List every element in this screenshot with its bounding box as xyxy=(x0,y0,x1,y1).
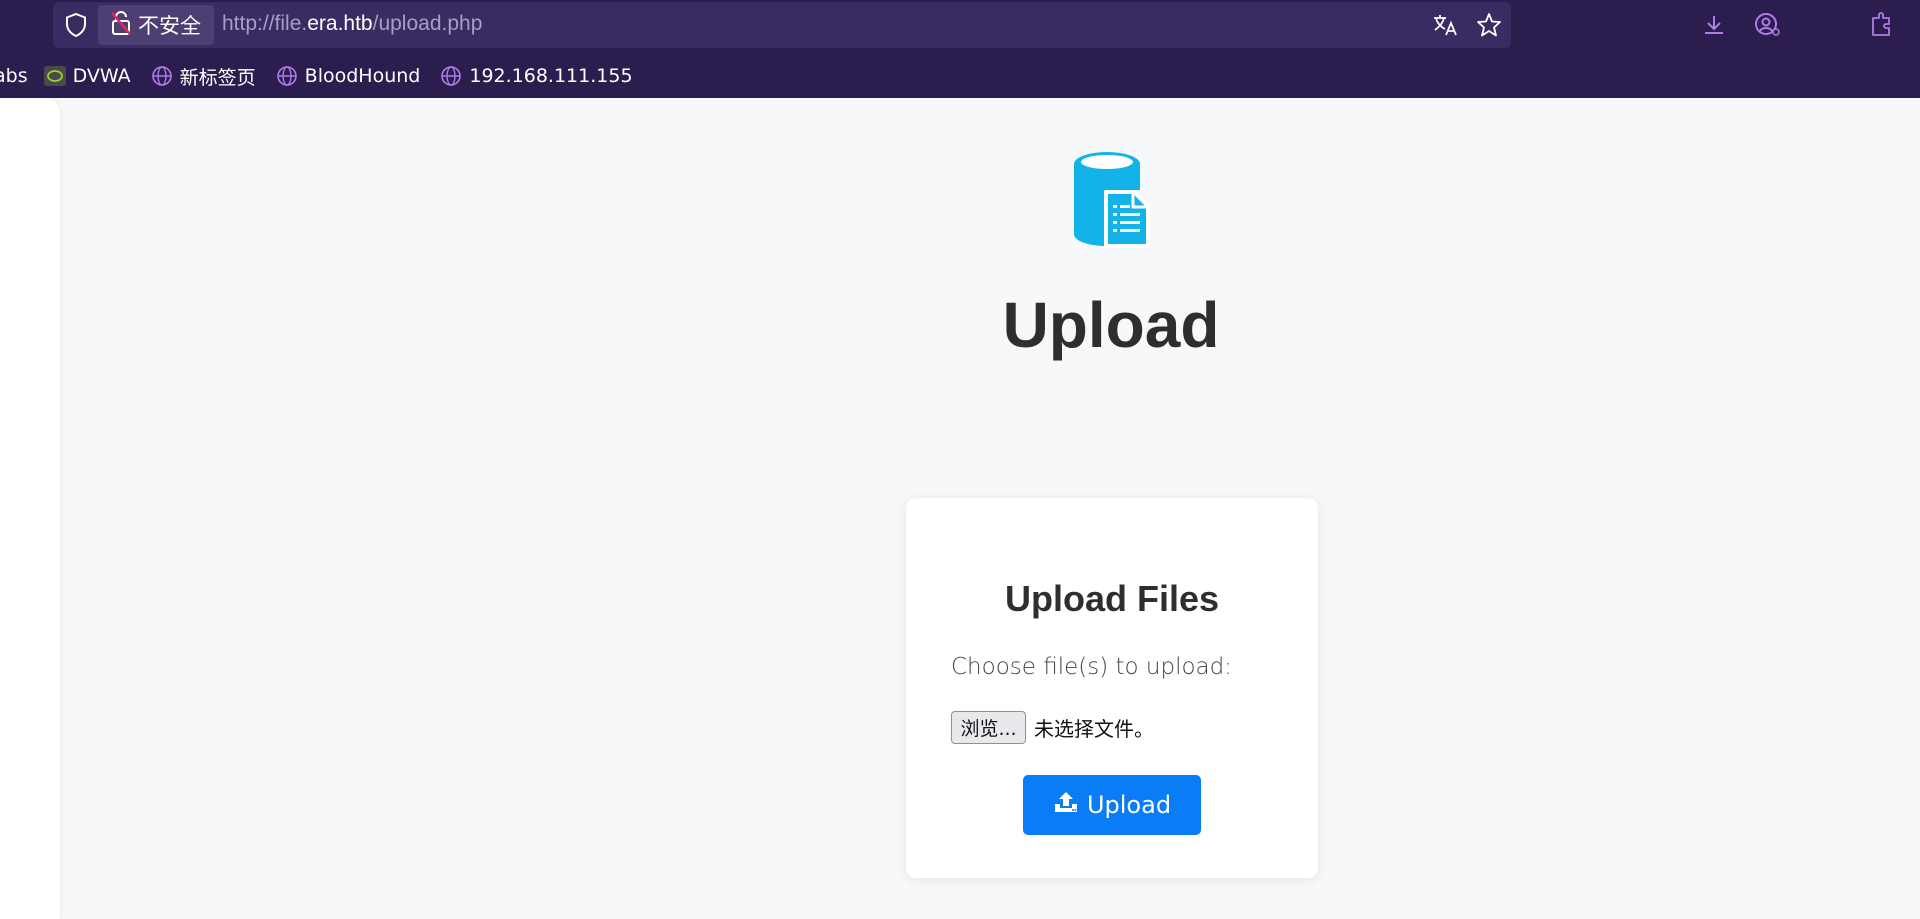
no-file-selected-text: 未选择文件。 xyxy=(1034,717,1154,741)
bookmark-label: abs xyxy=(0,65,28,87)
card-title: Upload Files xyxy=(1004,578,1220,619)
url-path: /upload.php xyxy=(372,12,483,35)
url-text[interactable]: http://file.era.htb/upload.php xyxy=(222,12,482,36)
bookmark-label: 192.168.111.155 xyxy=(469,65,633,87)
browser-chrome: 不安全 http://file.era.htb/upload.php abs D… xyxy=(0,0,1920,98)
account-icon[interactable] xyxy=(1752,11,1784,39)
extensions-icon[interactable] xyxy=(1866,11,1896,39)
database-document-icon xyxy=(1070,150,1152,248)
choose-files-label: Choose file(s) to upload: xyxy=(951,654,1232,680)
bookmark-label: DVWA xyxy=(72,65,131,87)
side-panel xyxy=(0,98,60,919)
upload-button[interactable]: Upload xyxy=(1023,775,1201,835)
page-title: Upload xyxy=(1002,289,1220,361)
shield-icon[interactable] xyxy=(62,11,90,39)
page-viewport: Upload Upload Files Choose file(s) to up… xyxy=(0,98,1920,919)
bookmark-item[interactable]: abs xyxy=(0,65,28,87)
globe-icon xyxy=(276,65,298,87)
download-icon[interactable] xyxy=(1699,11,1729,39)
bookmarks-bar: abs DVWA 新标签页 BloodHound 192.168.111.155 xyxy=(0,58,653,94)
insecure-lock-icon xyxy=(110,10,132,41)
bookmark-star-icon[interactable] xyxy=(1474,11,1504,39)
bookmark-item-new-tab[interactable]: 新标签页 xyxy=(151,63,256,90)
security-label: 不安全 xyxy=(138,14,201,38)
upload-card: Upload Files Choose file(s) to upload: 浏… xyxy=(906,498,1318,878)
browse-button[interactable]: 浏览... xyxy=(951,711,1026,744)
file-input[interactable]: 浏览... 未选择文件。 xyxy=(951,711,1154,744)
bookmark-item-bloodhound[interactable]: BloodHound xyxy=(276,65,421,87)
bookmark-label: BloodHound xyxy=(304,65,421,87)
globe-icon xyxy=(151,65,173,87)
url-host: era.htb xyxy=(307,12,373,35)
globe-icon xyxy=(440,65,462,87)
bookmark-item-ip[interactable]: 192.168.111.155 xyxy=(440,65,633,87)
dvwa-icon xyxy=(43,66,66,86)
translate-icon[interactable] xyxy=(1430,11,1460,39)
bookmark-item-dvwa[interactable]: DVWA xyxy=(43,65,131,87)
url-prefix: http://file. xyxy=(222,12,308,35)
security-indicator[interactable]: 不安全 xyxy=(98,5,214,45)
upload-icon xyxy=(1053,790,1079,820)
bookmark-label: 新标签页 xyxy=(179,66,256,89)
upload-button-label: Upload xyxy=(1086,791,1172,819)
